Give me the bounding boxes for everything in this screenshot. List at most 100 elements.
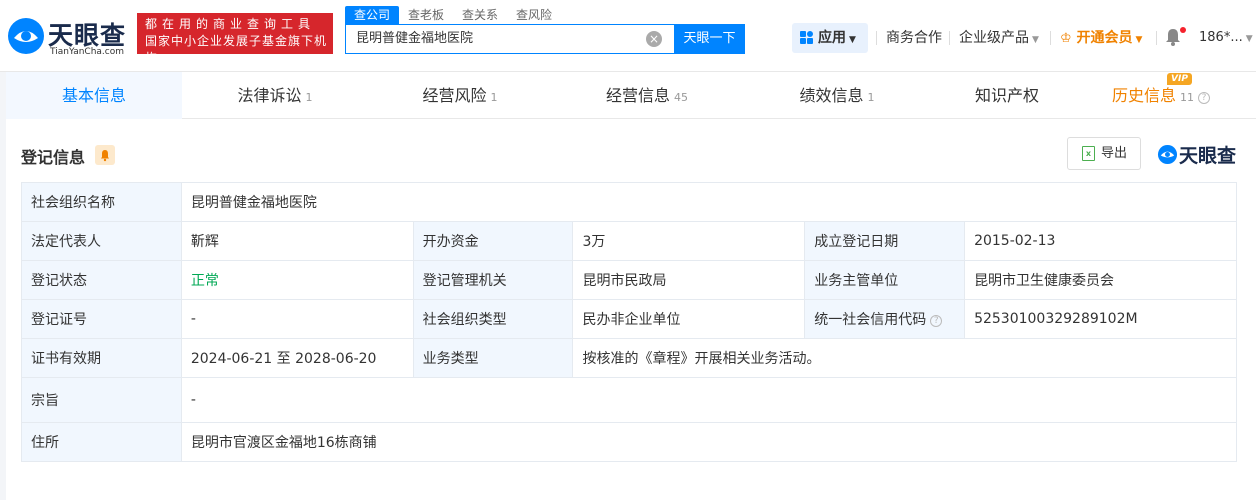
- company-tabs: 基本信息 法律诉讼 1 经营风险 1 经营信息 45 绩效信息 1 知识产权 历史信息 1…: [6, 72, 1256, 119]
- field-value: 2024-06-21 至 2028-06-20: [180, 338, 414, 378]
- tab-ip[interactable]: 知识产权: [932, 72, 1082, 119]
- tab-count: 45: [674, 91, 688, 104]
- user-menu[interactable]: 186*... ▼: [1199, 23, 1253, 53]
- field-label: 开办资金: [412, 221, 574, 261]
- nav-cooperation-link[interactable]: 商务合作: [886, 23, 942, 53]
- chevron-down-icon: ▼: [1135, 35, 1143, 45]
- logo-eye-icon: [1157, 144, 1178, 165]
- field-label: 住所: [21, 422, 182, 462]
- tab-operating-info[interactable]: 经营信息 45: [552, 72, 742, 119]
- field-label: 登记证号: [21, 299, 182, 339]
- field-value: 昆明市民政局: [572, 260, 806, 300]
- field-label: 法定代表人: [21, 221, 182, 261]
- search-tab-risk[interactable]: 查风险: [507, 6, 561, 24]
- open-vip-menu[interactable]: ♔ 开通会员 ▼: [1060, 23, 1142, 53]
- slogan-line1: 都在用的商业查询工具: [145, 17, 316, 31]
- field-label: 业务类型: [412, 338, 574, 378]
- registration-card: 登记信息 x 导出 天眼查 社会组织名称 昆明普健金福地医院 法定代表人 靳辉 …: [6, 119, 1256, 500]
- tab-performance[interactable]: 绩效信息 1: [742, 72, 932, 119]
- field-value: 2015-02-13: [964, 221, 1237, 261]
- tab-legal[interactable]: 法律诉讼 1: [182, 72, 368, 119]
- notification-bell-icon[interactable]: [1165, 28, 1181, 46]
- field-label: 社会组织类型: [412, 299, 574, 339]
- user-phone: 186*...: [1199, 30, 1243, 45]
- export-label: 导出: [1101, 146, 1128, 161]
- tianyancha-logo[interactable]: 天眼查 TianYanCha.com: [6, 14, 132, 58]
- tab-label: 知识产权: [974, 86, 1039, 105]
- field-value: 昆明普健金福地医院: [180, 182, 1238, 222]
- field-value: 靳辉: [180, 221, 414, 261]
- section-title: 登记信息: [21, 148, 86, 167]
- table-row: 住所 昆明市官渡区金福地16栋商铺: [21, 422, 1238, 462]
- table-row: 宗旨 -: [21, 377, 1238, 423]
- table-row: 登记证号 - 社会组织类型 民办非企业单位 统一社会信用代码? 52530100…: [21, 299, 1237, 339]
- tab-label: 经营信息: [605, 86, 670, 105]
- apps-grid-icon: [800, 31, 813, 44]
- crown-icon: ♔: [1060, 31, 1072, 46]
- field-value: -: [180, 299, 414, 339]
- logo-eye-icon: [8, 18, 44, 54]
- field-value: 按核准的《章程》开展相关业务活动。: [572, 338, 1237, 378]
- field-value: 民办非企业单位: [572, 299, 806, 339]
- search-tab-relation[interactable]: 查关系: [453, 6, 507, 24]
- brand-text: 天眼查: [1179, 145, 1237, 167]
- field-label: 成立登记日期: [804, 221, 966, 261]
- field-value: -: [180, 377, 1238, 423]
- chevron-down-icon: ▼: [1245, 34, 1253, 44]
- field-label: 登记状态: [21, 260, 182, 300]
- export-button[interactable]: x 导出: [1067, 137, 1141, 170]
- notification-dot: [1180, 27, 1186, 33]
- field-value: 3万: [572, 221, 806, 261]
- help-icon[interactable]: ?: [1198, 92, 1210, 104]
- divider: [1050, 31, 1051, 45]
- tab-operating-risk[interactable]: 经营风险 1: [368, 72, 552, 119]
- chevron-down-icon: ▼: [1032, 35, 1039, 45]
- logo-domain: TianYanCha.com: [50, 47, 125, 57]
- search-input[interactable]: 昆明普健金福地医院: [345, 24, 675, 54]
- search-tab-boss[interactable]: 查老板: [399, 6, 453, 24]
- chevron-down-icon: ▼: [849, 35, 856, 45]
- divider: [1156, 31, 1157, 45]
- field-label: 统一社会信用代码: [814, 312, 927, 328]
- tab-basic-info[interactable]: 基本信息: [6, 72, 182, 119]
- excel-icon: x: [1082, 146, 1095, 161]
- slogan-line2: 国家中小企业发展子基金旗下机构: [145, 34, 328, 65]
- slogan-banner: 都在用的商业查询工具 国家中小企业发展子基金旗下机构: [137, 13, 333, 65]
- top-header: 天眼查 TianYanCha.com 都在用的商业查询工具 国家中小企业发展子基…: [0, 0, 1256, 72]
- tab-count: 1: [305, 91, 313, 104]
- tab-history[interactable]: 历史信息 11?: [1096, 72, 1226, 119]
- field-value: 昆明市卫生健康委员会: [964, 260, 1237, 300]
- search-tab-company[interactable]: 查公司: [345, 6, 400, 24]
- divider: [876, 31, 877, 45]
- field-label: 业务主管单位: [804, 260, 966, 300]
- vip-badge: VIP: [1167, 73, 1192, 85]
- tab-count: 1: [867, 91, 875, 104]
- clear-icon[interactable]: ×: [646, 31, 662, 47]
- table-row: 法定代表人 靳辉 开办资金 3万 成立登记日期 2015-02-13: [21, 221, 1237, 261]
- table-row: 证书有效期 2024-06-21 至 2028-06-20 业务类型 按核准的《…: [21, 338, 1237, 378]
- field-value: 昆明市官渡区金福地16栋商铺: [180, 422, 1238, 462]
- search-button[interactable]: 天眼一下: [674, 24, 745, 54]
- open-vip-label: 开通会员: [1076, 30, 1133, 46]
- tab-label: 历史信息: [1111, 86, 1176, 105]
- tab-label: 绩效信息: [799, 86, 864, 105]
- divider: [949, 31, 950, 45]
- field-label-with-help: 统一社会信用代码?: [804, 299, 966, 339]
- tab-label: 经营风险: [422, 86, 487, 105]
- table-row: 登记状态 正常 登记管理机关 昆明市民政局 业务主管单位 昆明市卫生健康委员会: [21, 260, 1237, 300]
- tab-label: 基本信息: [61, 86, 126, 105]
- field-label: 社会组织名称: [21, 182, 182, 222]
- app-menu-button[interactable]: 应用 ▼: [792, 23, 868, 53]
- field-label: 宗旨: [21, 377, 182, 423]
- registration-table: 社会组织名称 昆明普健金福地医院 法定代表人 靳辉 开办资金 3万 成立登记日期…: [21, 182, 1238, 462]
- nav-enterprise-label: 企业级产品: [959, 30, 1029, 46]
- tab-count: 1: [490, 91, 498, 104]
- nav-enterprise-menu[interactable]: 企业级产品 ▼: [959, 23, 1039, 53]
- field-label: 证书有效期: [21, 338, 182, 378]
- monitor-bell-icon[interactable]: [95, 145, 115, 165]
- search-type-tabs: 查公司 查老板 查关系 查风险: [345, 6, 561, 24]
- help-icon[interactable]: ?: [930, 315, 943, 327]
- table-row: 社会组织名称 昆明普健金福地医院: [21, 182, 1238, 222]
- tab-count: 11: [1180, 91, 1194, 104]
- app-menu-label: 应用: [818, 30, 846, 46]
